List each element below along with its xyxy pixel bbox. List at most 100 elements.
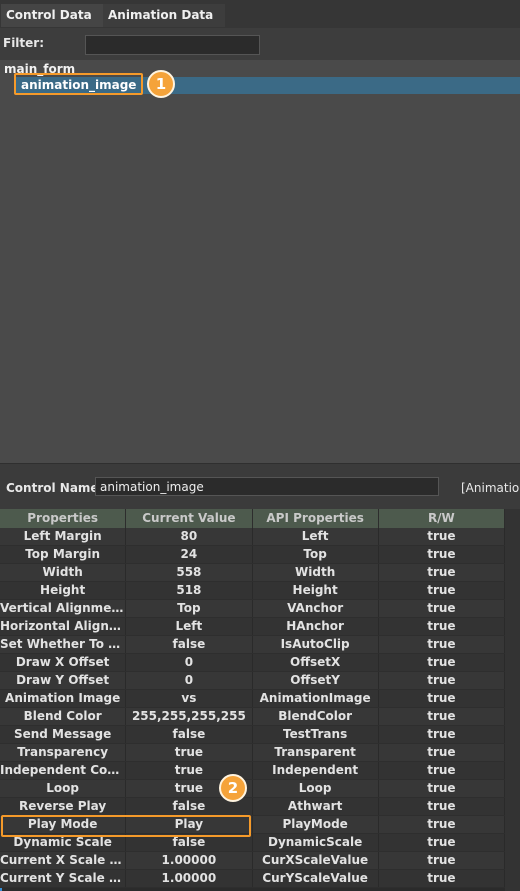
header-rw[interactable]: R/W [379,509,505,528]
cell-property: Current X Scale Value [0,852,127,869]
filter-label: Filter: [3,36,45,50]
cell-current-value[interactable]: 80 [126,528,253,545]
cell-current-value[interactable]: 0 [126,654,253,671]
filter-input[interactable] [85,35,260,55]
control-name-row: Control Name: animation_image [Animation [0,464,520,509]
cell-rw: true [379,870,505,887]
cell-property: Current Y Scale Value [0,870,127,887]
cell-property: Transparency [0,744,127,761]
table-row[interactable]: Reverse Play false Athwart true [0,798,505,816]
cell-api-property: Height [253,582,379,599]
step-badge-2: 2 [219,774,247,802]
step-badge-1: 1 [147,70,175,98]
tab-bar: Control Data Animation Data [0,0,520,29]
table-row[interactable]: Loop true Loop true [0,780,505,798]
cell-api-property: Width [253,564,379,581]
cell-current-value[interactable]: false [126,834,253,851]
cell-rw: true [379,762,505,779]
cell-property: Width [0,564,127,581]
table-row[interactable]: Transparency true Transparent true [0,744,505,762]
grid-body: Left Margin 80 Left true Top Margin 24 Top true… [0,528,505,888]
cell-property: Send Message [0,726,127,743]
table-row[interactable]: Send Message false TestTrans true [0,726,505,744]
cell-current-value[interactable]: 1.00000 [126,870,253,887]
table-row[interactable]: Blend Color 255,255,255,255 BlendColor true [0,708,505,726]
table-row[interactable]: Width 558 Width true [0,564,505,582]
cell-current-value[interactable]: Left [126,618,253,635]
tab-control-data[interactable]: Control Data [1,4,106,27]
table-row[interactable]: Height 518 Height true [0,582,505,600]
cell-current-value[interactable]: vs [126,690,253,707]
cell-property: Height [0,582,127,599]
cell-property: Set Whether To Cli... [0,636,127,653]
tree-node-animation-image[interactable]: animation_image [14,73,144,95]
cell-current-value[interactable]: Play [126,816,253,833]
table-row[interactable]: Draw Y Offset 0 OffsetY true [0,672,505,690]
cell-property: Loop [0,780,127,797]
cell-property: Reverse Play [0,798,127,815]
table-row[interactable]: Play Mode Play PlayMode true [0,816,505,834]
cell-property: Vertical Alignment [0,600,127,617]
cell-rw: true [379,672,505,689]
cell-api-property: IsAutoClip [253,636,379,653]
cell-api-property: OffsetY [253,672,379,689]
cell-api-property: TestTrans [253,726,379,743]
table-row[interactable]: Current X Scale Value1.00000CurXScaleVal… [0,852,505,870]
table-row[interactable]: Dynamic Scale false DynamicScale true [0,834,505,852]
table-row[interactable]: Independent Contr... true Independent true [0,762,505,780]
table-row[interactable]: Vertical Alignment Top VAnchor true [0,600,505,618]
cell-api-property: Top [253,546,379,563]
table-row[interactable]: Horizontal AlignmentLeftHAnchortrue [0,618,505,636]
cell-api-property: Transparent [253,744,379,761]
header-properties[interactable]: Properties [0,509,127,528]
control-name-field[interactable]: animation_image [95,477,439,496]
cell-current-value[interactable]: 558 [126,564,253,581]
table-row[interactable]: Left Margin 80 Left true [0,528,505,546]
cell-current-value[interactable]: Top [126,600,253,617]
cell-rw: true [379,816,505,833]
cell-property: Play Mode [0,816,127,833]
table-row[interactable]: Set Whether To Cli... false IsAutoClip true [0,636,505,654]
cell-current-value[interactable]: 518 [126,582,253,599]
cell-rw: true [379,528,505,545]
cell-rw: true [379,726,505,743]
cell-property: Blend Color [0,708,127,725]
cell-rw: true [379,546,505,563]
cell-rw: true [379,618,505,635]
cell-api-property: Left [253,528,379,545]
cell-property: Independent Contr... [0,762,127,779]
cell-current-value[interactable]: 1.00000 [126,852,253,869]
cell-api-property: AnimationImage [253,690,379,707]
cell-api-property: Independent [253,762,379,779]
cell-current-value[interactable]: 24 [126,546,253,563]
cell-api-property: DynamicScale [253,834,379,851]
cell-current-value[interactable]: 0 [126,672,253,689]
cell-api-property: CurXScaleValue [253,852,379,869]
cell-api-property: OffsetX [253,654,379,671]
cell-rw: true [379,690,505,707]
control-type-label: [Animation [461,481,520,495]
table-row[interactable]: Current Y Scale Value1.00000CurYScaleVal… [0,870,505,888]
cell-api-property: HAnchor [253,618,379,635]
cell-property: Draw Y Offset [0,672,127,689]
cell-current-value[interactable]: 255,255,255,255 [126,708,253,725]
cell-current-value[interactable]: false [126,726,253,743]
cell-current-value[interactable]: true [126,744,253,761]
cell-property: Animation Image [0,690,127,707]
cell-rw: true [379,744,505,761]
tab-animation-data[interactable]: Animation Data [103,4,225,27]
cell-rw: true [379,834,505,851]
header-current-value[interactable]: Current Value [126,509,253,528]
grid-header: Properties Current Value API Properties … [0,509,505,528]
cell-current-value[interactable]: false [126,636,253,653]
cell-api-property: Athwart [253,798,379,815]
cell-property: Left Margin [0,528,127,545]
cell-property: Dynamic Scale [0,834,127,851]
table-row[interactable]: Animation Image vs AnimationImage true [0,690,505,708]
table-row[interactable]: Top Margin 24 Top true [0,546,505,564]
cell-api-property: PlayMode [253,816,379,833]
cell-rw: true [379,852,505,869]
filter-row: Filter: [0,28,520,60]
header-api-properties[interactable]: API Properties [253,509,379,528]
table-row[interactable]: Draw X Offset 0 OffsetX true [0,654,505,672]
